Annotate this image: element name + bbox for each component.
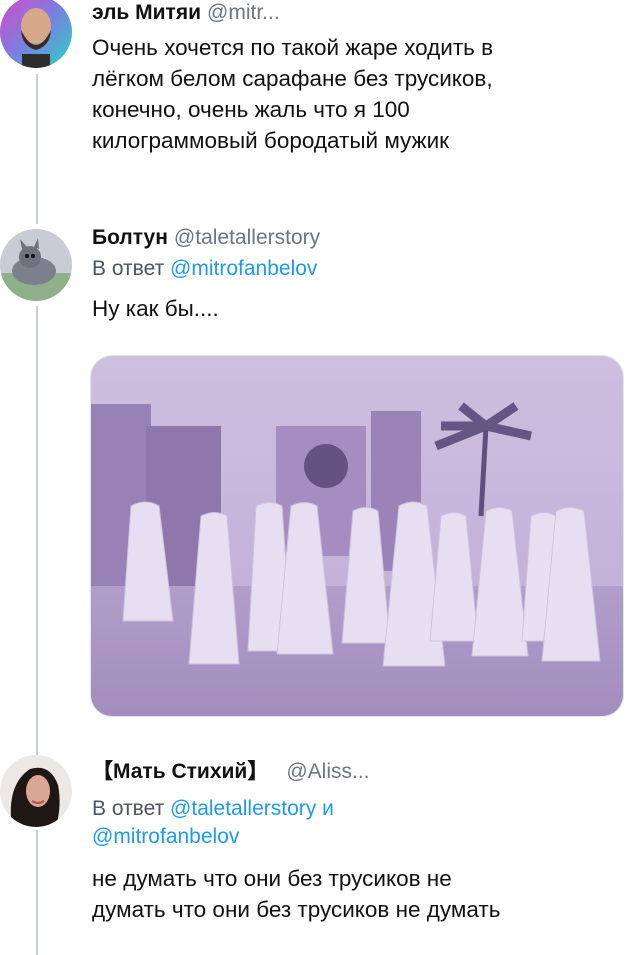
reply-joiner: и — [322, 797, 334, 820]
user-handle[interactable]: @Aliss... — [286, 760, 369, 783]
tweet-1[interactable]: эль Митяи @mitr... Очень хочется по такой… — [0, 0, 640, 200]
tweet-photo[interactable] — [90, 355, 624, 717]
text-line: лёгком белом сарафане без трусиков, — [92, 66, 493, 91]
avatar-icon[interactable] — [0, 0, 72, 68]
text-line: не думать что они без трусиков не — [92, 866, 452, 891]
mention-link[interactable]: @mitrofanbelov — [170, 257, 317, 280]
reply-to: В ответ @taletallerstory и @mitrofanbelo… — [92, 795, 622, 851]
mention-link[interactable]: @mitrofanbelov — [92, 825, 239, 848]
user-handle[interactable]: @mitr... — [207, 1, 280, 24]
tweet-text: не думать что они без трусиков не думать… — [92, 863, 622, 925]
tweet-3[interactable]: 【Мать Стихий】 @Aliss... В ответ @taletall… — [0, 755, 640, 955]
avatar-icon[interactable] — [0, 229, 72, 301]
text-line: Очень хочется по такой жаре ходить в — [92, 35, 494, 60]
reply-prefix: В ответ — [92, 257, 165, 280]
display-name[interactable]: 【Мать Стихий】 — [92, 760, 268, 783]
avatar-icon[interactable] — [0, 755, 72, 827]
text-line: конечно, очень жаль что я 100 — [92, 97, 410, 122]
text-line: думать что они без трусиков не думать — [92, 897, 501, 922]
mention-link[interactable]: @taletallerstory — [170, 797, 316, 820]
photo-image — [91, 356, 623, 716]
display-name[interactable]: эль Митяи — [92, 1, 201, 24]
tweet-header: 【Мать Стихий】 @Aliss... — [92, 759, 622, 785]
reply-to: В ответ @mitrofanbelov — [92, 255, 622, 283]
text-line: килограммовый бородатый мужик — [92, 128, 450, 153]
tweet-text: Ну как бы.... — [92, 293, 622, 324]
reply-prefix: В ответ — [92, 797, 165, 820]
display-name[interactable]: Болтун — [92, 226, 168, 249]
user-handle[interactable]: @taletallerstory — [174, 226, 320, 249]
tweet-header: Болтун @taletallerstory — [92, 225, 622, 251]
tweet-header: эль Митяи @mitr... — [92, 0, 622, 26]
tweet-text: Очень хочется по такой жаре ходить в лёг… — [92, 32, 622, 156]
text-line: Ну как бы.... — [92, 296, 219, 321]
